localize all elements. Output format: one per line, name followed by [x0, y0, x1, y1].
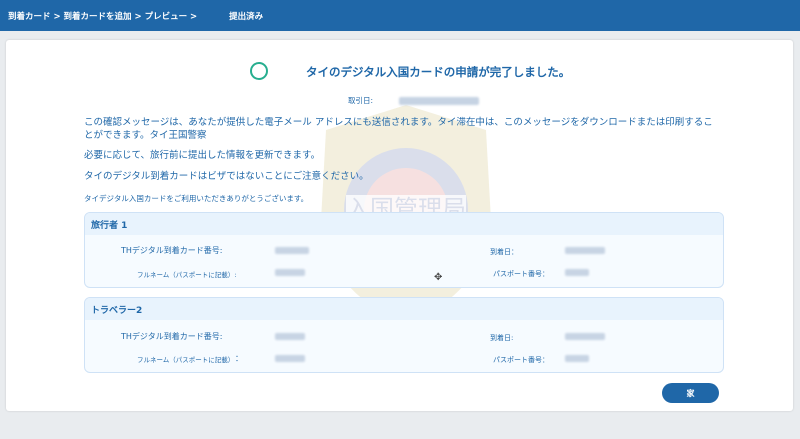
traveler-header: 旅行者 1	[85, 213, 723, 235]
traveler-header: トラベラー2	[85, 298, 723, 320]
tdac-number-redacted	[275, 247, 309, 254]
traveler-section-1: 旅行者 1 THデジタル到着カード番号: 到着日： フルネーム（パスポートに記載…	[84, 212, 724, 288]
passport-number-redacted	[565, 269, 589, 276]
success-check-icon	[250, 62, 268, 80]
transaction-value-redacted	[399, 97, 480, 105]
full-name-label: フルネーム（パスポートに記載）:	[137, 271, 237, 279]
breadcrumb[interactable]: 到着カード > 到着カードを追加 > プレビュー >	[8, 10, 197, 22]
full-name-label: フルネーム（パスポートに記載）	[137, 356, 235, 364]
visa-notice: タイのデジタル到着カードはビザではないことにご注意ください。	[84, 171, 369, 182]
home-button[interactable]: 家	[662, 383, 719, 403]
passport-number-label: パスポート番号：	[493, 356, 549, 364]
arrival-date-redacted	[565, 333, 605, 340]
full-name-colon: ：	[235, 354, 243, 363]
confirmation-headline: タイのデジタル入国カードの申請が完了しました。	[306, 65, 571, 79]
arrival-date-label: 到着日：	[490, 248, 518, 256]
full-name-redacted	[275, 355, 305, 362]
traveler-section-2: トラベラー2 THデジタル到着カード番号: 到着日: フルネーム（パスポートに記…	[84, 297, 724, 373]
status-label: 提出済み	[229, 11, 264, 22]
full-name-redacted	[275, 269, 305, 276]
update-notice: 必要に応じて、旅行前に提出した情報を更新できます。	[84, 150, 321, 161]
email-notice: この確認メッセージは、あなたが提供した電子メール アドレスにも送信されます。タイ…	[84, 117, 713, 141]
tdac-number-label: THデジタル到着カード番号:	[121, 332, 223, 341]
tdac-number-redacted	[275, 333, 305, 340]
arrival-date-redacted	[565, 247, 605, 254]
tdac-number-label: THデジタル到着カード番号:	[121, 246, 223, 255]
transaction-date: 取引日:	[348, 95, 480, 106]
arrival-date-label: 到着日:	[490, 334, 514, 342]
passport-number-label: パスポート番号：	[493, 270, 549, 278]
passport-number-redacted	[565, 355, 589, 362]
thanks-message: タイデジタル入国カードをご利用いただきありがとうございます。	[84, 194, 309, 203]
cursor-icon: ✥	[434, 272, 443, 283]
transaction-label: 取引日:	[348, 96, 374, 105]
top-bar: 到着カード > 到着カードを追加 > プレビュー > 提出済み	[0, 0, 800, 31]
confirmation-card: 入国管理局 タイのデジタル入国カードの申請が完了しました。 取引日: この確認メ…	[6, 40, 793, 411]
